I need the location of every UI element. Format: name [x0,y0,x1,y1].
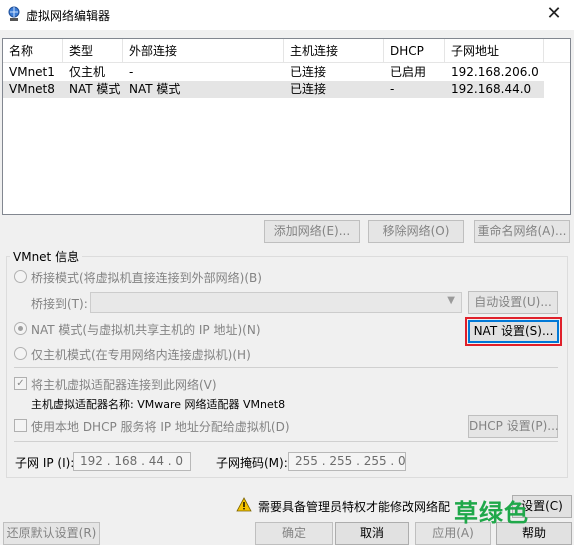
chevron-down-icon: ▼ [447,295,455,306]
cell-external: - [129,65,134,79]
host-only-label: 仅主机模式(在专用网络内连接虚拟机)(H) [31,348,251,362]
warning-shield-icon [236,497,252,512]
dhcp-settings-button[interactable]: DHCP 设置(P)... [468,415,559,438]
cell-host: 已连接 [290,65,327,79]
column-header-dhcp[interactable]: DHCP [384,39,445,63]
window-title: 虚拟网络编辑器 [26,9,111,23]
network-list[interactable]: 名称 类型 外部连接 主机连接 DHCP 子网地址 VMnet1 仅主机 - 已… [2,38,571,215]
cell-dhcp: - [390,82,395,96]
cell-subnet: 192.168.206.0 [451,65,539,79]
table-row-selected[interactable]: VMnet8 NAT 模式 NAT 模式 已连接 - 192.168.44.0 [3,81,544,98]
cell-dhcp: 已启用 [390,65,427,79]
watermark-text: 草绿色 [454,499,529,527]
remove-network-button[interactable]: 移除网络(O) [368,220,464,243]
column-header-type[interactable]: 类型 [63,39,123,63]
connect-adapter-checkbox[interactable]: ✓ [14,377,27,390]
admin-notice-text: 需要具备管理员特权才能修改网络配 [258,500,451,514]
subnet-ip-label: 子网 IP (I): [15,456,75,470]
close-icon: ✕ [546,3,562,24]
divider [14,367,558,368]
title-bar: 虚拟网络编辑器 ✕ [0,0,574,30]
cell-external: NAT 模式 [129,82,181,96]
cell-name: VMnet8 [9,82,55,96]
bridged-to-label: 桥接到(T): [31,297,88,311]
subnet-mask-field[interactable]: 255 . 255 . 255 . 0 [288,452,406,471]
bridged-to-select[interactable]: ▼ [90,292,462,313]
divider [14,441,558,442]
subnet-ip-field[interactable]: 192 . 168 . 44 . 0 [73,452,191,471]
column-header-name[interactable]: 名称 [3,39,63,63]
column-header-external[interactable]: 外部连接 [123,39,284,63]
nat-mode-label: NAT 模式(与虚拟机共享主机的 IP 地址)(N) [31,323,261,337]
cell-host: 已连接 [290,82,327,96]
cell-subnet: 192.168.44.0 [451,82,532,96]
adapter-name-label: 主机虚拟适配器名称: VMware 网络适配器 VMnet8 [31,398,286,411]
cancel-button[interactable]: 取消 [335,522,409,545]
connect-adapter-label: 将主机虚拟适配器连接到此网络(V) [31,378,217,392]
vmnet-info-label: VMnet 信息 [10,248,83,265]
table-row[interactable]: VMnet1 仅主机 - 已连接 已启用 192.168.206.0 [3,64,544,81]
column-header-subnet[interactable]: 子网地址 [445,39,544,63]
auto-settings-button[interactable]: 自动设置(U)... [468,291,558,314]
restore-defaults-button[interactable]: 还原默认设置(R) [3,522,100,545]
highlight-box [465,317,562,346]
bridged-mode-label: 桥接模式(将虚拟机直接连接到外部网络)(B) [31,271,262,285]
use-dhcp-checkbox[interactable] [14,419,27,432]
nat-radio[interactable] [14,322,27,335]
cell-type: 仅主机 [69,65,106,79]
subnet-mask-label: 子网掩码(M): [216,456,288,470]
cell-type: NAT 模式 [69,82,121,96]
add-network-button[interactable]: 添加网络(E)... [264,220,360,243]
use-dhcp-label: 使用本地 DHCP 服务将 IP 地址分配给虚拟机(D) [31,420,290,434]
close-button[interactable]: ✕ [534,0,574,30]
column-header-host[interactable]: 主机连接 [284,39,384,63]
list-header: 名称 类型 外部连接 主机连接 DHCP 子网地址 [3,39,570,63]
ok-button[interactable]: 确定 [255,522,333,545]
network-globe-icon [8,6,20,21]
bridged-radio[interactable] [14,270,27,283]
rename-network-button[interactable]: 重命名网络(A)... [474,220,570,243]
cell-name: VMnet1 [9,65,55,79]
host-only-radio[interactable] [14,347,27,360]
